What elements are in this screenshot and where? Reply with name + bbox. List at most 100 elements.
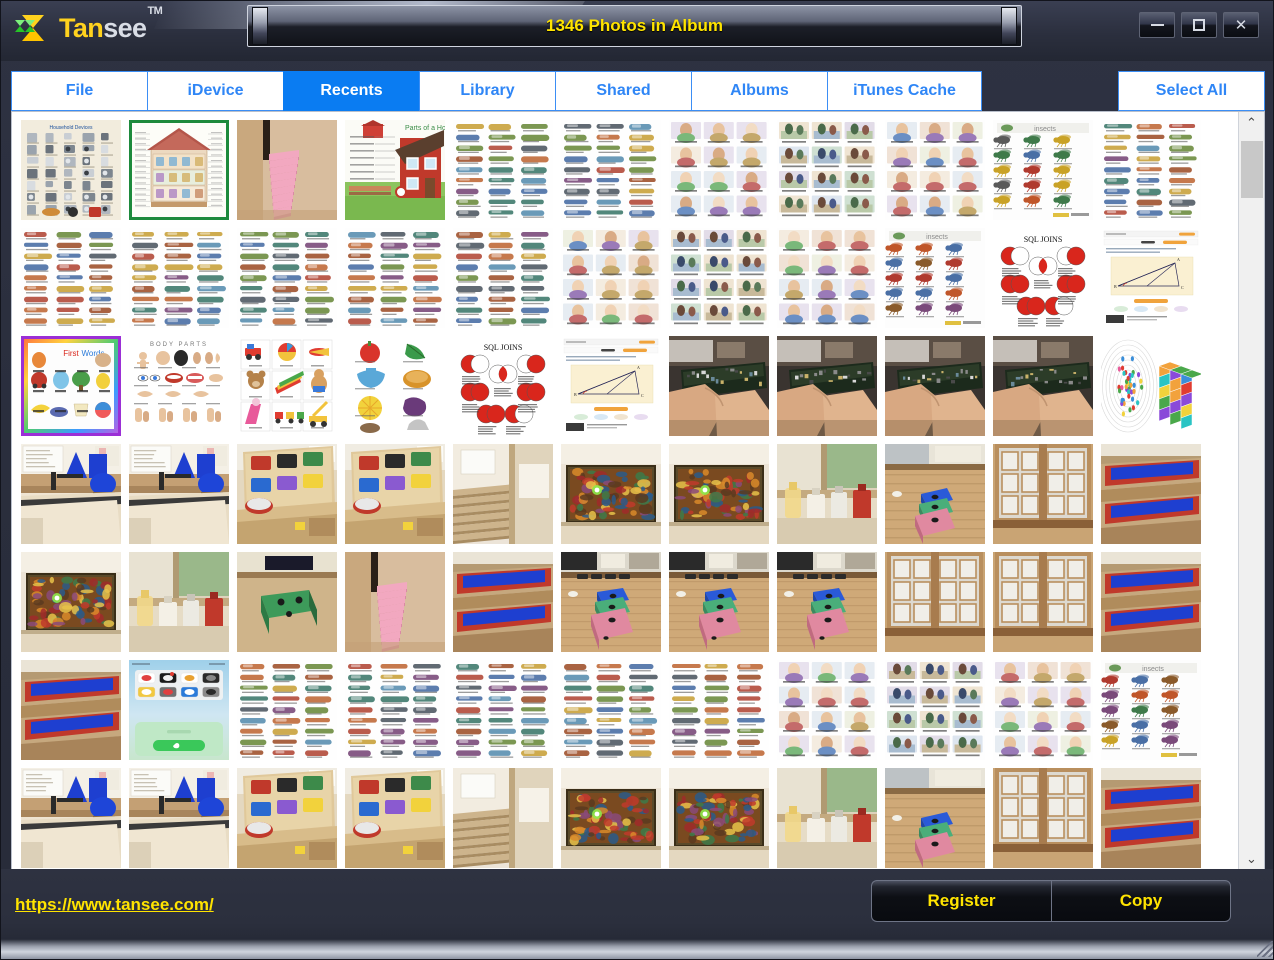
thumbnail-cell[interactable] xyxy=(125,548,233,656)
thumbnail-cell[interactable] xyxy=(773,548,881,656)
thumbnail-cell[interactable] xyxy=(557,440,665,548)
photo-thumbnail[interactable]: insects xyxy=(993,120,1093,220)
vertical-scrollbar[interactable]: ⌃ ⌄ xyxy=(1238,112,1264,870)
photo-thumbnail[interactable] xyxy=(345,444,445,544)
scroll-up-arrow-icon[interactable]: ⌃ xyxy=(1239,112,1265,134)
thumbnail-cell[interactable] xyxy=(449,656,557,764)
photo-thumbnail[interactable] xyxy=(561,228,661,328)
photo-thumbnail[interactable] xyxy=(453,552,553,652)
thumbnail-cell[interactable] xyxy=(557,224,665,332)
photo-thumbnail[interactable]: SQL JOINS xyxy=(993,228,1093,328)
thumbnail-cell[interactable] xyxy=(449,764,557,870)
photo-thumbnail[interactable]: insects xyxy=(885,228,985,328)
photo-thumbnail[interactable] xyxy=(1101,120,1201,220)
thumbnail-cell[interactable]: insects xyxy=(989,116,1097,224)
photo-thumbnail[interactable] xyxy=(885,768,985,868)
photo-thumbnail[interactable] xyxy=(345,228,445,328)
photo-thumbnail[interactable] xyxy=(21,228,121,328)
photo-thumbnail[interactable] xyxy=(669,120,769,220)
photo-thumbnail[interactable] xyxy=(669,336,769,436)
photo-thumbnail[interactable] xyxy=(1101,552,1201,652)
tab-recents[interactable]: Recents xyxy=(283,71,420,111)
thumbnail-cell[interactable] xyxy=(341,548,449,656)
photo-thumbnail[interactable] xyxy=(777,660,877,760)
photo-thumbnail[interactable] xyxy=(561,768,661,868)
copy-button[interactable]: Copy xyxy=(1051,880,1231,922)
thumbnail-cell[interactable] xyxy=(341,764,449,870)
photo-thumbnail[interactable] xyxy=(777,228,877,328)
photo-thumbnail[interactable]: BODY PARTS xyxy=(129,336,229,436)
thumbnail-cell[interactable] xyxy=(125,656,233,764)
thumbnail-cell[interactable] xyxy=(773,656,881,764)
thumbnail-cell[interactable] xyxy=(881,440,989,548)
thumbnail-cell[interactable] xyxy=(665,440,773,548)
photo-thumbnail[interactable]: First Words xyxy=(21,336,121,436)
scrollbar-thumb[interactable] xyxy=(1240,141,1263,199)
thumbnail-cell[interactable] xyxy=(233,116,341,224)
photo-thumbnail[interactable] xyxy=(129,552,229,652)
photo-thumbnail[interactable] xyxy=(21,768,121,868)
thumbnail-cell[interactable] xyxy=(1097,116,1205,224)
thumbnail-cell[interactable] xyxy=(17,440,125,548)
tab-idevice[interactable]: iDevice xyxy=(147,71,284,111)
thumbnail-cell[interactable] xyxy=(233,764,341,870)
photo-thumbnail[interactable] xyxy=(885,120,985,220)
thumbnail-cell[interactable] xyxy=(1097,548,1205,656)
photo-thumbnail[interactable] xyxy=(237,660,337,760)
tab-file[interactable]: File xyxy=(11,71,148,111)
photo-thumbnail[interactable] xyxy=(669,660,769,760)
photo-thumbnail[interactable] xyxy=(561,552,661,652)
photo-thumbnail[interactable] xyxy=(993,444,1093,544)
photo-thumbnail[interactable] xyxy=(129,768,229,868)
photo-thumbnail[interactable] xyxy=(21,552,121,652)
thumbnail-cell[interactable] xyxy=(665,116,773,224)
photo-thumbnail[interactable] xyxy=(237,228,337,328)
photo-thumbnail[interactable]: Household Devices xyxy=(21,120,121,220)
thumbnail-cell[interactable]: Household Devices xyxy=(17,116,125,224)
thumbnail-cell[interactable] xyxy=(989,548,1097,656)
photo-thumbnail[interactable] xyxy=(993,336,1093,436)
thumbnail-cell[interactable] xyxy=(557,656,665,764)
thumbnail-cell[interactable] xyxy=(1097,764,1205,870)
thumbnail-cell[interactable] xyxy=(449,440,557,548)
thumbnail-cell[interactable] xyxy=(665,656,773,764)
photo-thumbnail[interactable] xyxy=(453,228,553,328)
photo-thumbnail[interactable] xyxy=(885,444,985,544)
maximize-button[interactable] xyxy=(1181,12,1217,38)
photo-thumbnail[interactable] xyxy=(237,552,337,652)
photo-thumbnail[interactable] xyxy=(453,768,553,868)
photo-thumbnail[interactable] xyxy=(777,444,877,544)
photo-thumbnail[interactable] xyxy=(237,444,337,544)
tab-itunes-cache[interactable]: iTunes Cache xyxy=(827,71,982,111)
thumbnail-cell[interactable] xyxy=(125,224,233,332)
thumbnail-cell[interactable] xyxy=(665,548,773,656)
photo-thumbnail[interactable] xyxy=(561,660,661,760)
thumbnail-cell[interactable]: A B C xyxy=(557,332,665,440)
thumbnail-cell[interactable] xyxy=(17,224,125,332)
photo-thumbnail[interactable] xyxy=(21,444,121,544)
thumbnail-cell[interactable]: Parts of a Ho xyxy=(341,116,449,224)
photo-thumbnail[interactable] xyxy=(345,336,445,436)
photo-thumbnail[interactable] xyxy=(237,120,337,220)
photo-thumbnail[interactable] xyxy=(669,552,769,652)
thumbnail-cell[interactable]: SQL JOINS xyxy=(449,332,557,440)
thumbnail-cell[interactable] xyxy=(773,332,881,440)
thumbnail-cell[interactable] xyxy=(341,224,449,332)
thumbnail-cell[interactable] xyxy=(125,764,233,870)
thumbnail-cell[interactable] xyxy=(557,764,665,870)
photo-thumbnail[interactable] xyxy=(561,120,661,220)
photo-thumbnail[interactable] xyxy=(453,444,553,544)
thumbnail-cell[interactable] xyxy=(989,440,1097,548)
thumbnail-cell[interactable]: A B C xyxy=(1097,224,1205,332)
thumbnail-cell[interactable] xyxy=(449,116,557,224)
photo-thumbnail[interactable] xyxy=(561,444,661,544)
thumbnail-cell[interactable] xyxy=(17,656,125,764)
photo-thumbnail[interactable] xyxy=(993,768,1093,868)
thumbnail-cell[interactable] xyxy=(449,224,557,332)
thumbnail-cell[interactable]: insects xyxy=(881,224,989,332)
thumbnail-cell[interactable] xyxy=(341,656,449,764)
photo-thumbnail[interactable] xyxy=(777,768,877,868)
photo-thumbnail[interactable] xyxy=(885,660,985,760)
website-link[interactable]: https://www.tansee.com/ xyxy=(15,895,214,915)
select-all-button[interactable]: Select All xyxy=(1118,71,1265,111)
